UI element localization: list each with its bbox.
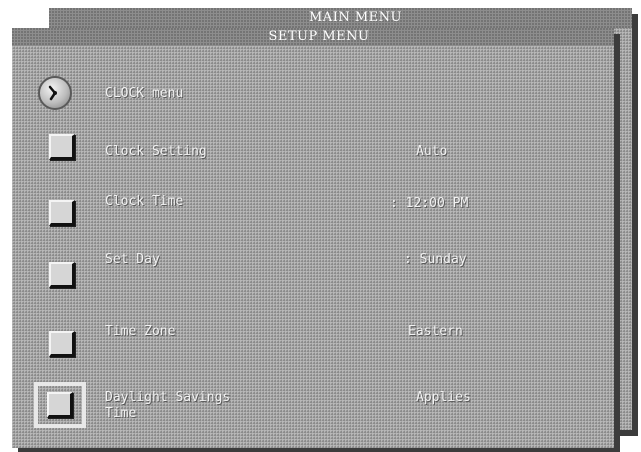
clock-menu-title: CLOCK menu (105, 86, 184, 101)
set-day-label: Set Day (105, 252, 160, 267)
set-day-checkbox[interactable] (49, 262, 75, 288)
clock-time-checkbox[interactable] (49, 200, 75, 226)
daylight-savings-label-line1: Daylight Savings (105, 390, 231, 405)
clock-time-value[interactable]: : 12:00 PM (390, 196, 468, 211)
daylight-savings-label-line2: Time (105, 406, 137, 421)
daylight-savings-label: Daylight Savings Time (105, 390, 230, 422)
clock-setting-checkbox[interactable] (49, 134, 75, 160)
setup-menu-window: SETUP MENU CLOCK menu Clock Setting Auto… (12, 28, 614, 448)
set-day-value[interactable]: : Sunday (404, 252, 467, 267)
clock-time-label: Clock Time (105, 194, 184, 209)
daylight-savings-value[interactable]: Applies (416, 390, 471, 405)
daylight-savings-checkbox[interactable] (47, 392, 73, 418)
time-zone-label: Time Zone (105, 324, 176, 339)
time-zone-value[interactable]: Eastern (408, 324, 463, 339)
clock-setting-value[interactable]: Auto (416, 144, 447, 159)
setup-menu-title: SETUP MENU (12, 28, 614, 46)
clock-icon (38, 76, 72, 110)
clock-setting-label: Clock Setting (105, 144, 207, 159)
time-zone-checkbox[interactable] (49, 331, 75, 357)
main-menu-title: MAIN MENU (49, 8, 632, 28)
